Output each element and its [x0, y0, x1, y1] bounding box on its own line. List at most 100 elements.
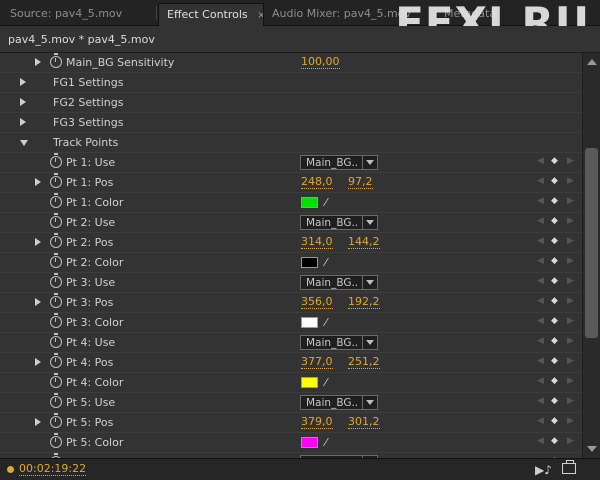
property-row[interactable]: Track Points [0, 133, 582, 153]
stopwatch-icon[interactable] [50, 313, 62, 328]
add-keyframe-icon[interactable]: ◆ [551, 196, 558, 206]
eyedropper-icon[interactable]: ⁄ [325, 436, 327, 449]
eyedropper-icon[interactable]: ⁄ [325, 316, 327, 329]
expand-triangle-icon[interactable] [35, 238, 41, 246]
add-keyframe-icon[interactable]: ◆ [551, 356, 558, 366]
property-row[interactable]: FG2 Settings [0, 93, 582, 113]
next-keyframe-icon[interactable]: ▶ [567, 216, 574, 226]
previous-keyframe-icon[interactable]: ◀ [537, 296, 544, 306]
stopwatch-icon[interactable] [50, 373, 62, 388]
color-swatch[interactable] [301, 257, 318, 268]
current-timecode[interactable]: 00:02:19:22 [19, 463, 87, 476]
position-y-value[interactable]: 251,2 [348, 356, 380, 369]
next-keyframe-icon[interactable]: ▶ [567, 336, 574, 346]
expand-triangle-icon[interactable] [20, 98, 26, 106]
next-keyframe-icon[interactable]: ▶ [567, 416, 574, 426]
close-icon[interactable]: × [257, 5, 263, 26]
add-keyframe-icon[interactable]: ◆ [551, 276, 558, 286]
position-x-value[interactable]: 314,0 [301, 236, 333, 249]
next-keyframe-icon[interactable]: ▶ [567, 196, 574, 206]
chevron-down-icon[interactable] [362, 336, 377, 349]
next-keyframe-icon[interactable]: ▶ [567, 356, 574, 366]
scroll-up-icon[interactable] [587, 59, 597, 65]
stopwatch-icon[interactable] [50, 233, 62, 248]
stopwatch-icon[interactable] [50, 273, 62, 288]
property-row[interactable]: Pt 4: Pos 377,0 251,2 ◀ ◆ ▶ [0, 353, 582, 373]
position-x-value[interactable]: 379,0 [301, 416, 333, 429]
use-layer-dropdown[interactable]: Main_BG... [300, 155, 378, 170]
position-y-value[interactable]: 97,2 [348, 176, 373, 189]
previous-keyframe-icon[interactable]: ◀ [537, 196, 544, 206]
stopwatch-icon[interactable] [50, 353, 62, 368]
next-keyframe-icon[interactable]: ▶ [567, 376, 574, 386]
previous-keyframe-icon[interactable]: ◀ [537, 176, 544, 186]
scroll-thumb[interactable] [585, 148, 598, 338]
next-keyframe-icon[interactable]: ▶ [567, 316, 574, 326]
stopwatch-icon[interactable] [50, 193, 62, 208]
add-keyframe-icon[interactable]: ◆ [551, 396, 558, 406]
add-keyframe-icon[interactable]: ◆ [551, 296, 558, 306]
chevron-down-icon[interactable] [362, 396, 377, 409]
color-swatch[interactable] [301, 437, 318, 448]
previous-keyframe-icon[interactable]: ◀ [537, 256, 544, 266]
property-row[interactable]: Pt 3: Color ⁄ ◀ ◆ ▶ [0, 313, 582, 333]
property-row[interactable]: Pt 2: Use Main_BG... ◀ ◆ ▶ [0, 213, 582, 233]
add-keyframe-icon[interactable]: ◆ [551, 256, 558, 266]
property-row[interactable]: Pt 2: Pos 314,0 144,2 ◀ ◆ ▶ [0, 233, 582, 253]
tab-source[interactable]: Source: pav4_5.mov [2, 3, 154, 26]
previous-keyframe-icon[interactable]: ◀ [537, 316, 544, 326]
add-keyframe-icon[interactable]: ◆ [551, 176, 558, 186]
use-layer-dropdown[interactable]: Main_BG... [300, 215, 378, 230]
next-keyframe-icon[interactable]: ▶ [567, 396, 574, 406]
previous-keyframe-icon[interactable]: ◀ [537, 156, 544, 166]
stopwatch-icon[interactable] [50, 413, 62, 428]
add-keyframe-icon[interactable]: ◆ [551, 416, 558, 426]
export-icon[interactable] [562, 460, 576, 474]
property-row[interactable]: FG3 Settings [0, 113, 582, 133]
add-keyframe-icon[interactable]: ◆ [551, 216, 558, 226]
previous-keyframe-icon[interactable]: ◀ [537, 236, 544, 246]
stopwatch-icon[interactable] [50, 433, 62, 448]
expand-triangle-icon[interactable] [20, 78, 26, 86]
expand-triangle-icon[interactable] [20, 118, 26, 126]
eyedropper-icon[interactable]: ⁄ [325, 196, 327, 209]
previous-keyframe-icon[interactable]: ◀ [537, 396, 544, 406]
property-row[interactable]: FG1 Settings [0, 73, 582, 93]
color-swatch[interactable] [301, 197, 318, 208]
property-row[interactable]: Pt 5: Pos 379,0 301,2 ◀ ◆ ▶ [0, 413, 582, 433]
add-keyframe-icon[interactable]: ◆ [551, 156, 558, 166]
previous-keyframe-icon[interactable]: ◀ [537, 436, 544, 446]
stopwatch-icon[interactable] [50, 213, 62, 228]
next-keyframe-icon[interactable]: ▶ [567, 256, 574, 266]
stopwatch-icon[interactable] [50, 333, 62, 348]
expand-triangle-icon[interactable] [35, 178, 41, 186]
next-keyframe-icon[interactable]: ▶ [567, 236, 574, 246]
property-row[interactable]: Pt 1: Color ⁄ ◀ ◆ ▶ [0, 193, 582, 213]
property-row[interactable]: Pt 4: Use Main_BG... ◀ ◆ ▶ [0, 333, 582, 353]
previous-keyframe-icon[interactable]: ◀ [537, 356, 544, 366]
expand-triangle-icon[interactable] [35, 298, 41, 306]
property-row[interactable]: Pt 4: Color ⁄ ◀ ◆ ▶ [0, 373, 582, 393]
position-x-value[interactable]: 248,0 [301, 176, 333, 189]
scroll-down-icon[interactable] [587, 446, 597, 452]
tab-effect-controls[interactable]: Effect Controls × [158, 3, 264, 26]
property-row[interactable]: Pt 3: Pos 356,0 192,2 ◀ ◆ ▶ [0, 293, 582, 313]
next-keyframe-icon[interactable]: ▶ [567, 436, 574, 446]
add-keyframe-icon[interactable]: ◆ [551, 436, 558, 446]
eyedropper-icon[interactable]: ⁄ [325, 376, 327, 389]
property-row[interactable]: Pt 5: Use Main_BG... ◀ ◆ ▶ [0, 393, 582, 413]
stopwatch-icon[interactable] [50, 293, 62, 308]
play-audio-icon[interactable]: ▶♪ [535, 463, 552, 477]
chevron-down-icon[interactable] [362, 156, 377, 169]
property-row[interactable]: Pt 1: Pos 248,0 97,2 ◀ ◆ ▶ [0, 173, 582, 193]
previous-keyframe-icon[interactable]: ◀ [537, 336, 544, 346]
vertical-scrollbar[interactable] [582, 53, 600, 458]
color-swatch[interactable] [301, 317, 318, 328]
use-layer-dropdown[interactable]: Main_BG... [300, 335, 378, 350]
use-layer-dropdown[interactable]: Main_BG... [300, 395, 378, 410]
color-swatch[interactable] [301, 377, 318, 388]
property-row[interactable]: Pt 1: Use Main_BG... ◀ ◆ ▶ [0, 153, 582, 173]
add-keyframe-icon[interactable]: ◆ [551, 316, 558, 326]
next-keyframe-icon[interactable]: ▶ [567, 296, 574, 306]
use-layer-dropdown[interactable]: Main_BG... [300, 275, 378, 290]
